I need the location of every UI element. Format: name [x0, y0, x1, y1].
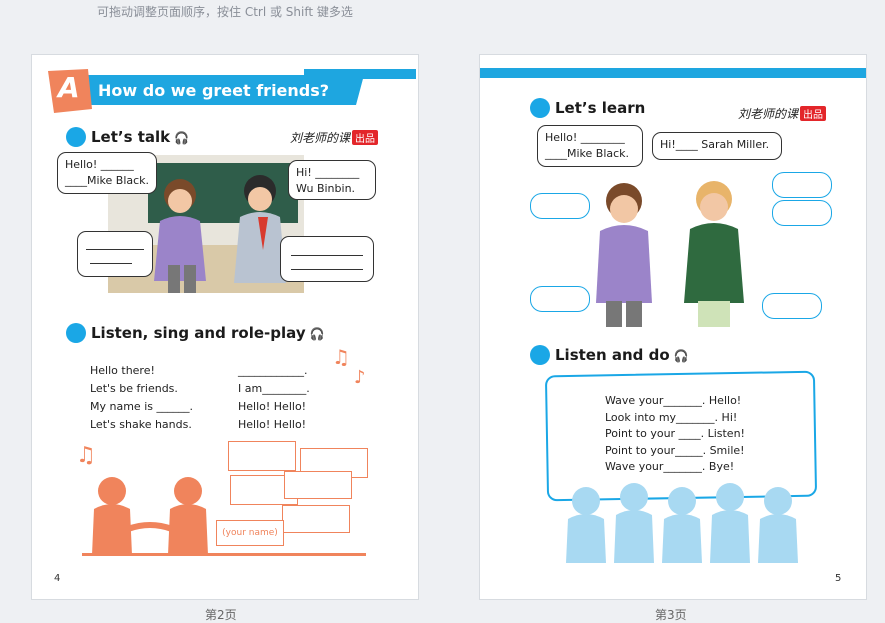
bubble-1-line-2: ____Mike Black.: [545, 147, 630, 160]
listen-sing-title: Listen, sing and role-play 🎧: [91, 324, 325, 342]
song-line: My name is ______.: [90, 400, 193, 413]
top-banner: [480, 68, 866, 78]
kids-silhouettes-illustration: [564, 481, 804, 563]
song-line: Let's be friends.: [90, 382, 178, 395]
empty-bubble-right: [280, 236, 374, 282]
instruction-line: Point to your_____. Smile!: [605, 443, 745, 457]
label-box-left-top: [530, 193, 590, 219]
page-caption: 第2页: [205, 608, 237, 622]
label-box-left-bottom: [530, 286, 590, 312]
music-note-icon: ♫: [76, 443, 96, 468]
song-right-column: ____________. I am________. Hello! Hello…: [238, 362, 310, 434]
label-box-right-2: [772, 200, 832, 226]
song-line: Hello there!: [90, 364, 155, 377]
empty-bubble-left: [77, 231, 153, 277]
name-card: [282, 505, 350, 533]
song-line: Hello! Hello!: [238, 418, 307, 431]
section-dot: [66, 127, 86, 147]
instruction-line: Wave your_______. Hello!: [605, 394, 742, 407]
music-note-icon: ♪: [354, 367, 366, 388]
section-letter: A: [58, 71, 80, 104]
name-card: [284, 471, 352, 499]
page-caption: 第3页: [655, 608, 687, 622]
page-thumbnail-3[interactable]: Let’s learn 刘老师的课 出品 Hello! ________ ____…: [479, 54, 867, 600]
lets-talk-title: Let’s talk 🎧: [91, 128, 190, 146]
label-box-right-1: [772, 172, 832, 198]
bubble-2-line-1: Hi! ________: [296, 166, 360, 179]
section-dot: [530, 345, 550, 365]
music-note-icon: ♫: [332, 345, 350, 369]
listen-do-title: Listen and do 🎧: [555, 346, 689, 364]
page-number: 5: [835, 573, 842, 584]
kids-handshake-illustration: [82, 473, 222, 555]
headphones-icon: 🎧: [174, 131, 190, 145]
drag-hint: 可拖动调整页面顺序，按住 Ctrl 或 Shift 键多选: [97, 5, 353, 19]
brand-label: 刘老师的课 出品: [738, 105, 827, 122]
bubble-2-line-1: Hi!____ Sarah Miller.: [660, 138, 770, 151]
bubble-2-line-2: Wu Binbin.: [296, 182, 356, 195]
instruction-line: Look into my_______. Hi!: [605, 410, 738, 424]
listen-do-lines: Wave your_______. Hello! Look into my___…: [605, 393, 745, 476]
speech-bubble-2: Hi!____ Sarah Miller.: [652, 132, 782, 160]
speech-bubble-1: Hello! ________ ____Mike Black.: [537, 125, 643, 167]
ground-line: [82, 553, 366, 556]
bubble-1-line-2: ____Mike Black.: [65, 174, 150, 187]
page-thumbnail-2[interactable]: A How do we greet friends? Let’s talk 🎧 刘…: [31, 54, 419, 600]
instruction-line: Wave your_______. Bye!: [605, 460, 735, 473]
label-box-right-3: [762, 293, 822, 319]
page-title: How do we greet friends?: [98, 81, 330, 100]
instruction-line: Point to your ____. Listen!: [605, 427, 745, 440]
speech-bubble-1: Hello! ______ ____Mike Black.: [57, 152, 157, 194]
song-line: ____________.: [238, 364, 308, 377]
section-dot: [66, 323, 86, 343]
headphones-icon: 🎧: [309, 327, 325, 341]
headphones-icon: 🎧: [673, 349, 689, 363]
bubble-1-line-1: Hello! ________: [545, 131, 625, 144]
song-line: I am________.: [238, 382, 310, 395]
section-dot: [530, 98, 550, 118]
your-name-card: (your name): [216, 520, 284, 546]
song-line: Let's shake hands.: [90, 418, 192, 431]
name-card: [228, 441, 296, 471]
bubble-1-line-1: Hello! ______: [65, 158, 134, 171]
brand-label: 刘老师的课 出品: [290, 129, 379, 146]
song-line: Hello! Hello!: [238, 400, 307, 413]
kids-illustration: [580, 175, 760, 327]
song-left-column: Hello there! Let's be friends. My name i…: [90, 362, 193, 434]
speech-bubble-2: Hi! ________ Wu Binbin.: [288, 160, 376, 200]
lets-learn-title: Let’s learn: [555, 99, 646, 117]
page-number: 4: [54, 573, 61, 584]
